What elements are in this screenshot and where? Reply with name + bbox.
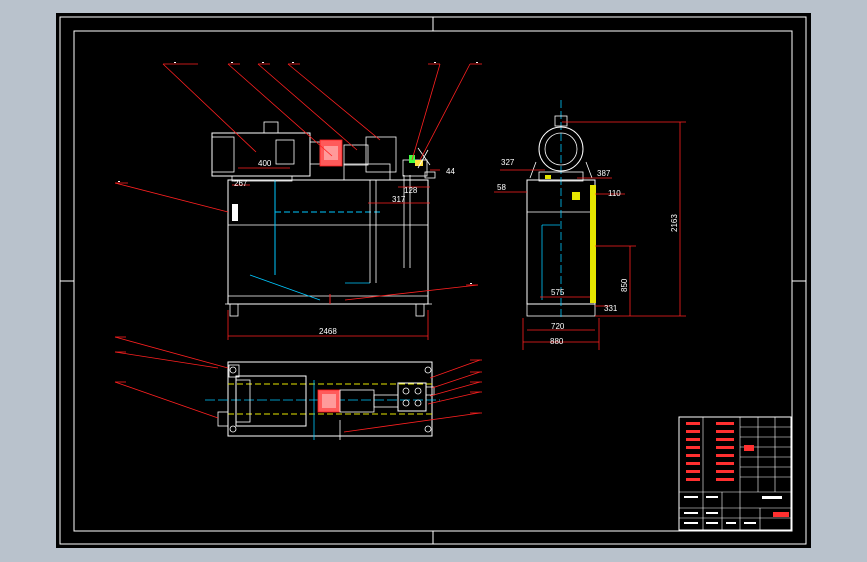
- side-dim-327: 327: [501, 158, 515, 167]
- side-dim-575: 575: [551, 288, 565, 297]
- cad-drawing-viewport[interactable]: 400 267 128 317 44 2468 327 387 58 110 2…: [0, 0, 867, 562]
- side-dim-387: 387: [597, 169, 611, 178]
- side-dim-2163: 2163: [670, 214, 679, 232]
- front-dim-317: 317: [392, 195, 406, 204]
- side-dim-720: 720: [551, 322, 565, 331]
- front-dim-267: 267: [234, 179, 248, 188]
- front-sight-glass: [232, 204, 238, 221]
- drawing-sheet: [56, 13, 811, 548]
- front-dim-44: 44: [446, 167, 455, 176]
- front-dim-400: 400: [258, 159, 272, 168]
- side-dim-880: 880: [550, 337, 564, 346]
- front-dim-2468: 2468: [319, 327, 337, 336]
- side-dim-58: 58: [497, 183, 506, 192]
- side-dim-331: 331: [604, 304, 618, 313]
- front-dim-128: 128: [404, 186, 418, 195]
- side-dim-110: 110: [608, 189, 621, 198]
- side-dim-850: 850: [620, 278, 629, 292]
